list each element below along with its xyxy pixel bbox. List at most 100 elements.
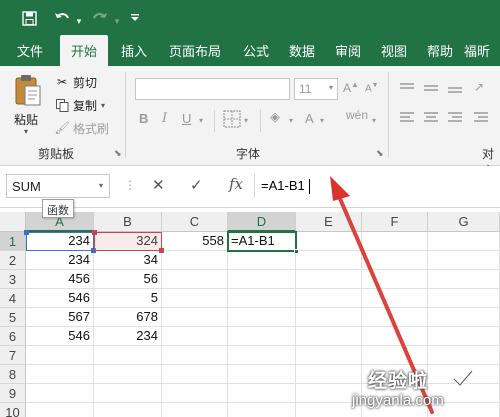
cell-d10[interactable] [228,403,296,417]
cell-b8[interactable] [94,365,162,384]
save-icon[interactable] [16,3,42,33]
cell-e5[interactable] [296,308,362,327]
cell-e6[interactable] [296,327,362,346]
tab-page-layout[interactable]: 页面布局 [160,35,230,66]
cell-f2[interactable] [362,251,428,270]
paste-icon[interactable] [14,74,42,108]
cell-g1[interactable] [428,232,500,251]
cell-b3[interactable]: 56 [94,270,162,289]
cell-f3[interactable] [362,270,428,289]
column-header-g[interactable]: G [428,212,500,232]
row-header-4[interactable]: 4 [0,289,26,308]
cell-d3[interactable] [228,270,296,289]
cell-d7[interactable] [228,346,296,365]
cell-a2[interactable]: 234 [26,251,94,270]
copy-dropdown-icon[interactable]: ▾ [101,101,105,110]
column-header-c[interactable]: C [162,212,228,232]
cell-a7[interactable] [26,346,94,365]
cut-button[interactable]: ✂ 剪切 [54,72,97,92]
cell-f7[interactable] [362,346,428,365]
cell-c8[interactable] [162,365,228,384]
cell-a5[interactable]: 567 [26,308,94,327]
cell-e4[interactable] [296,289,362,308]
row-header-9[interactable]: 9 [0,384,26,403]
cell-c5[interactable] [162,308,228,327]
tab-home[interactable]: 开始 [60,35,108,66]
row-header-6[interactable]: 6 [0,327,26,346]
name-box-dropdown-icon[interactable]: ▾ [99,181,103,190]
cell-b7[interactable] [94,346,162,365]
cell-f6[interactable] [362,327,428,346]
cell-g3[interactable] [428,270,500,289]
row-header-10[interactable]: 10 [0,403,26,417]
copy-button[interactable]: 复制 ▾ [54,95,105,115]
row-header-8[interactable]: 8 [0,365,26,384]
font-name-box[interactable] [135,78,290,100]
cell-g5[interactable] [428,308,500,327]
cell-d2[interactable] [228,251,296,270]
column-header-e[interactable]: E [296,212,362,232]
tab-formulas[interactable]: 公式 [234,35,278,66]
cell-a9[interactable] [26,384,94,403]
cell-b5[interactable]: 678 [94,308,162,327]
name-box[interactable]: SUM ▾ [6,174,110,198]
cell-e1[interactable] [296,232,362,251]
cell-b9[interactable] [94,384,162,403]
cell-d6[interactable] [228,327,296,346]
cell-b6[interactable]: 234 [94,327,162,346]
cell-d4[interactable] [228,289,296,308]
formula-bar-grip-icon[interactable]: ⋮ [124,178,136,192]
cell-d9[interactable] [228,384,296,403]
cell-f1[interactable] [362,232,428,251]
cell-d5[interactable] [228,308,296,327]
cell-c4[interactable] [162,289,228,308]
customize-toolbar-icon[interactable] [128,3,142,33]
cell-g2[interactable] [428,251,500,270]
cell-d8[interactable] [228,365,296,384]
cell-a8[interactable] [26,365,94,384]
cell-a3[interactable]: 456 [26,270,94,289]
row-header-7[interactable]: 7 [0,346,26,365]
cancel-icon[interactable]: ✕ [152,176,165,194]
cell-b10[interactable] [94,403,162,417]
cell-a6[interactable]: 546 [26,327,94,346]
fill-handle[interactable] [294,249,299,254]
cell-a10[interactable] [26,403,94,417]
undo-dropdown-icon[interactable]: ▾ [74,6,84,36]
paste-button[interactable]: 粘贴 [14,111,38,128]
cell-f4[interactable] [362,289,428,308]
cell-f5[interactable] [362,308,428,327]
column-header-f[interactable]: F [362,212,428,232]
font-size-box[interactable]: 11 ▾ [294,78,338,100]
tab-review[interactable]: 审阅 [326,35,370,66]
row-header-5[interactable]: 5 [0,308,26,327]
paste-dropdown-icon[interactable]: ▾ [24,127,28,136]
tab-help[interactable]: 帮助 [418,35,462,66]
select-all-corner[interactable] [0,212,26,232]
cell-e7[interactable] [296,346,362,365]
cell-e8[interactable] [296,365,362,384]
enter-icon[interactable]: ✓ [190,176,203,194]
font-size-dropdown-icon[interactable]: ▾ [329,83,333,92]
cell-c6[interactable] [162,327,228,346]
cell-e2[interactable] [296,251,362,270]
cell-g7[interactable] [428,346,500,365]
row-header-2[interactable]: 2 [0,251,26,270]
cell-c10[interactable] [162,403,228,417]
row-header-3[interactable]: 3 [0,270,26,289]
cell-b2[interactable]: 34 [94,251,162,270]
cell-c1[interactable]: 558 [162,232,228,251]
clipboard-launcher-icon[interactable]: ⬊ [114,148,122,159]
font-launcher-icon[interactable]: ⬊ [376,148,384,159]
column-header-d[interactable]: D [228,212,296,232]
cell-c7[interactable] [162,346,228,365]
cell-g4[interactable] [428,289,500,308]
cell-c9[interactable] [162,384,228,403]
tab-view[interactable]: 视图 [372,35,416,66]
cell-a4[interactable]: 546 [26,289,94,308]
formula-input[interactable]: =A1-B1 [254,174,500,198]
cell-e3[interactable] [296,270,362,289]
tab-insert[interactable]: 插入 [112,35,156,66]
tab-data[interactable]: 数据 [280,35,324,66]
column-header-b[interactable]: B [94,212,162,232]
